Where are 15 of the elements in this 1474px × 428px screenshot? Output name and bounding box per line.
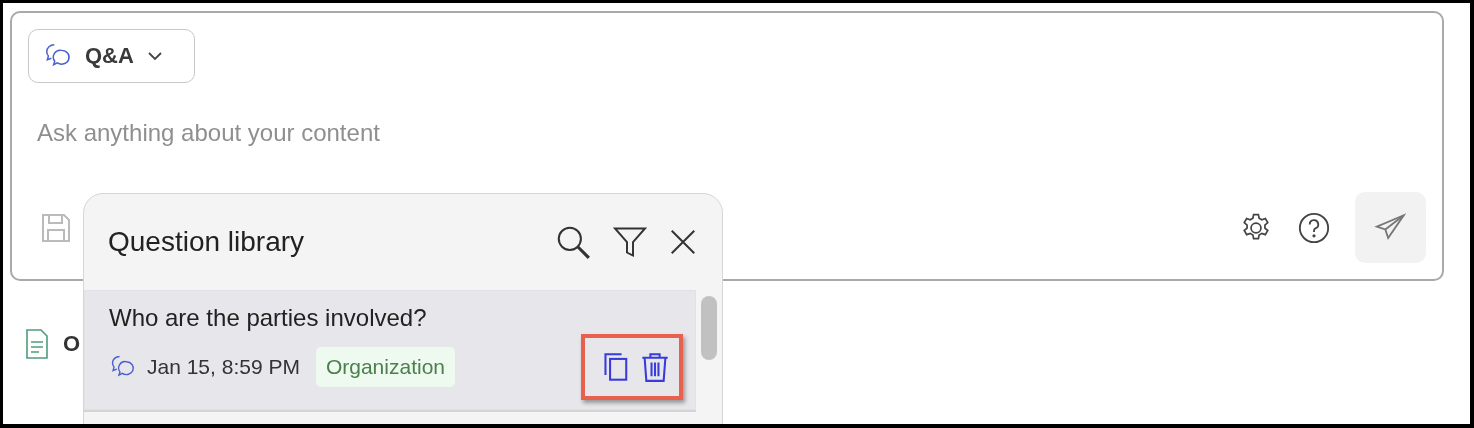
trash-icon[interactable] — [641, 352, 669, 382]
scrollbar[interactable] — [701, 296, 717, 360]
mode-dropdown[interactable]: Q&A — [28, 29, 195, 83]
panel-title: Question library — [108, 226, 306, 258]
document-title[interactable]: O — [63, 331, 81, 357]
send-button[interactable] — [1355, 192, 1426, 263]
help-icon[interactable] — [1297, 210, 1331, 245]
question-item[interactable]: Who are the parties involved? Jan 15, 8:59 PM Organization — [84, 290, 696, 412]
scope-tag: Organization — [315, 347, 455, 387]
document-icon — [25, 329, 49, 359]
close-button[interactable] — [668, 227, 698, 257]
prompt-input[interactable]: Ask anything about your content — [28, 119, 737, 147]
question-text: Who are the parties involved? — [109, 304, 428, 332]
question-date: Jan 15, 8:59 PM — [147, 355, 300, 379]
close-icon — [668, 227, 698, 257]
